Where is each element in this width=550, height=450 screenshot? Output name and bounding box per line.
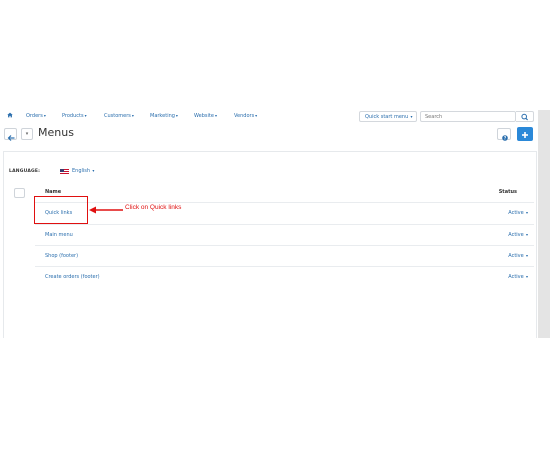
caret-down-icon: ▾: [524, 210, 528, 215]
nav-orders-label: Orders: [26, 113, 43, 119]
nav-vendors-label: Vendors: [234, 113, 255, 119]
us-flag-icon: [60, 169, 69, 175]
quick-start-label: Quick start menu: [365, 114, 409, 120]
select-all-checkbox[interactable]: [14, 188, 25, 198]
menus-panel: LANGUAGE: English ▾ Name Status Quick li…: [3, 151, 537, 338]
quick-start-menu-button[interactable]: Quick start menu ▾: [359, 111, 417, 122]
caret-down-icon: ▾: [524, 232, 528, 237]
caret-down-icon: ▾: [524, 274, 528, 279]
menu-link-main-menu[interactable]: Main menu: [45, 232, 73, 238]
caret-down-icon: ▾: [214, 113, 217, 118]
caret-down-icon: ▾: [84, 113, 87, 118]
nav-marketing-label: Marketing: [150, 113, 175, 119]
arrow-left-icon: [7, 135, 15, 141]
annotation-text: Click on Quick links: [125, 204, 182, 211]
caret-down-icon: ▾: [255, 113, 258, 118]
menu-link-shop-footer[interactable]: Shop (footer): [45, 253, 78, 259]
column-header-status: Status: [498, 189, 517, 195]
table-row: Create orders (footer) Active ▾: [35, 266, 534, 288]
language-value: English: [72, 168, 91, 174]
vertical-scrollbar[interactable]: [538, 110, 550, 338]
nav-marketing[interactable]: Marketing▾: [150, 113, 178, 119]
search-input[interactable]: [420, 111, 516, 122]
annotation-highlight-box: [34, 196, 88, 224]
home-icon[interactable]: [7, 112, 13, 118]
table-row: Main menu Active ▾: [35, 224, 534, 246]
language-selector[interactable]: English ▾: [72, 168, 94, 174]
status-dropdown[interactable]: Active ▾: [508, 232, 528, 238]
status-value: Active: [508, 274, 524, 280]
status-value: Active: [508, 232, 524, 238]
nav-products-label: Products: [62, 113, 84, 119]
nav-vendors[interactable]: Vendors▾: [234, 113, 257, 119]
menu-link-create-orders-footer[interactable]: Create orders (footer): [45, 274, 100, 280]
nav-orders[interactable]: Orders▾: [26, 113, 46, 119]
caret-down-icon: ▾: [91, 168, 95, 173]
column-header-name: Name: [45, 189, 62, 195]
status-value: Active: [508, 210, 524, 216]
help-button[interactable]: ?: [497, 128, 511, 141]
page-toolbar: ▾ Menus ?: [0, 126, 538, 146]
back-button[interactable]: [4, 128, 17, 141]
caret-down-icon: ▾: [175, 113, 178, 118]
caret-down-icon: ▾: [25, 131, 29, 137]
language-label: LANGUAGE:: [9, 169, 41, 174]
search-icon: [521, 113, 528, 121]
status-dropdown[interactable]: Active ▾: [508, 274, 528, 280]
status-dropdown[interactable]: Active ▾: [508, 210, 528, 216]
caret-down-icon: ▾: [43, 113, 46, 118]
navigation-dropdown-button[interactable]: ▾: [21, 128, 33, 140]
nav-customers-label: Customers: [104, 113, 131, 119]
table-row: Shop (footer) Active ▾: [35, 245, 534, 267]
caret-down-icon: ▾: [524, 253, 528, 258]
caret-down-icon: ▾: [409, 114, 413, 119]
nav-website-label: Website: [194, 113, 214, 119]
help-icon: ?: [502, 135, 508, 141]
nav-customers[interactable]: Customers▾: [104, 113, 134, 119]
search-button[interactable]: [516, 111, 534, 122]
caret-down-icon: ▾: [131, 113, 134, 118]
page-title: Menus: [38, 126, 74, 139]
plus-icon: [522, 132, 528, 138]
top-navigation: Orders▾ Products▾ Customers▾ Marketing▾ …: [0, 110, 538, 123]
nav-website[interactable]: Website▾: [194, 113, 217, 119]
status-dropdown[interactable]: Active ▾: [508, 253, 528, 259]
status-value: Active: [508, 253, 524, 259]
admin-panel: Orders▾ Products▾ Customers▾ Marketing▾ …: [0, 110, 550, 338]
nav-products[interactable]: Products▾: [62, 113, 87, 119]
annotation-arrow-icon: [89, 206, 123, 214]
add-menu-button[interactable]: [517, 127, 533, 141]
